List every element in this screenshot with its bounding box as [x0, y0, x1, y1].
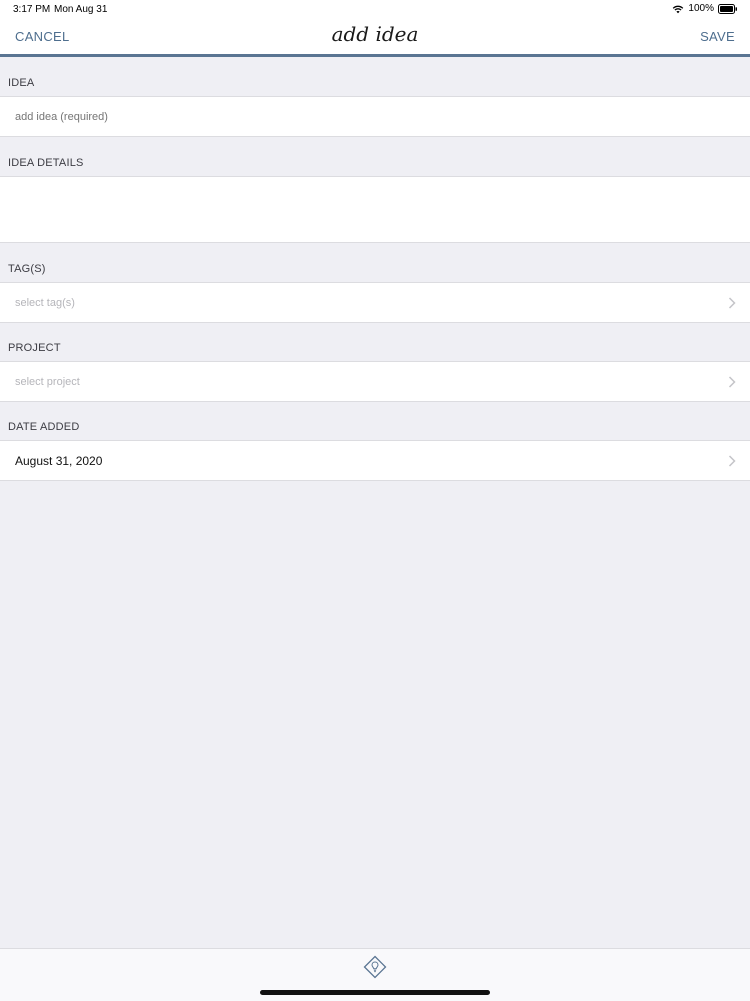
- nav-bar: CANCEL add idea SAVE: [0, 18, 750, 57]
- details-section-header: IDEA DETAILS: [0, 137, 750, 177]
- status-date: Mon Aug 31: [54, 4, 108, 15]
- date-header-label: DATE ADDED: [8, 421, 80, 433]
- tags-section-header: TAG(S): [0, 243, 750, 283]
- chevron-right-icon: [728, 375, 736, 388]
- wifi-icon: [672, 4, 684, 14]
- chevron-right-icon: [728, 454, 736, 467]
- tags-placeholder: select tag(s): [15, 296, 75, 309]
- details-header-label: IDEA DETAILS: [8, 157, 84, 169]
- battery-icon: [718, 3, 738, 14]
- details-row[interactable]: [0, 176, 750, 243]
- project-section-header: PROJECT: [0, 322, 750, 362]
- project-row[interactable]: select project: [0, 361, 750, 402]
- project-header-label: PROJECT: [8, 342, 61, 354]
- project-placeholder: select project: [15, 375, 80, 388]
- status-time: 3:17 PM: [13, 4, 51, 15]
- date-added-value: August 31, 2020: [15, 453, 103, 468]
- battery-percent: 100%: [688, 3, 714, 14]
- date-row[interactable]: August 31, 2020: [0, 440, 750, 481]
- idea-details-textarea[interactable]: [15, 183, 730, 238]
- idea-input[interactable]: [15, 110, 715, 123]
- status-right: 100%: [672, 3, 738, 14]
- lightbulb-diamond-icon[interactable]: [363, 955, 387, 979]
- idea-row[interactable]: [0, 96, 750, 137]
- status-bar: 3:17 PM Mon Aug 31 100%: [0, 0, 750, 18]
- tags-row[interactable]: select tag(s): [0, 282, 750, 323]
- date-section-header: DATE ADDED: [0, 401, 750, 441]
- chevron-right-icon: [728, 296, 736, 309]
- idea-header-label: IDEA: [8, 77, 35, 89]
- save-button[interactable]: SAVE: [700, 29, 735, 44]
- home-indicator: [260, 990, 490, 995]
- idea-section-header: IDEA: [0, 57, 750, 97]
- page-title: add idea: [331, 22, 419, 46]
- tags-header-label: TAG(S): [8, 263, 46, 275]
